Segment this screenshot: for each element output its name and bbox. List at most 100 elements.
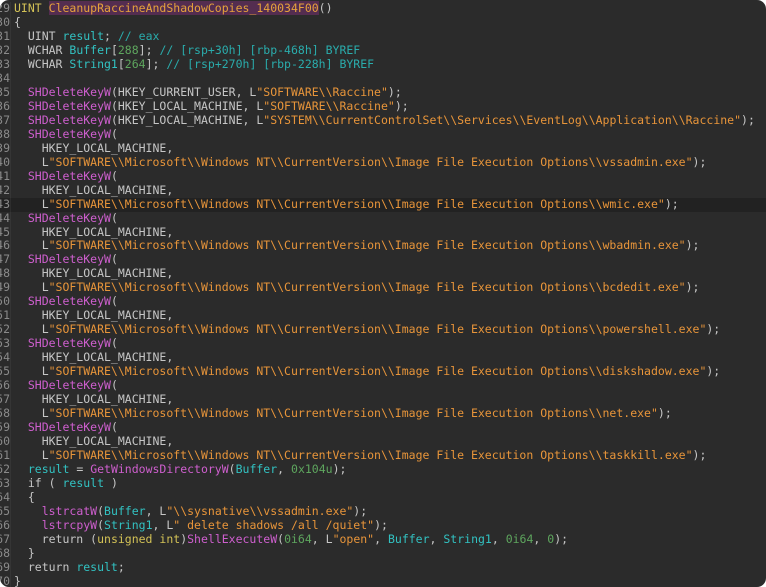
code-line-text[interactable]: SHDeleteKeyW( — [14, 421, 118, 435]
code-line[interactable]: 41 SHDeleteKeyW( — [0, 170, 766, 184]
token-str: " delete shadows /all /quiet" — [173, 518, 374, 532]
code-line[interactable]: 64 { — [0, 491, 766, 505]
token-pl: ( — [97, 518, 104, 532]
token-call: SHDeleteKeyW — [28, 378, 111, 392]
code-line-text[interactable]: WCHAR Buffer[288]; // [rsp+30h] [rbp-468… — [14, 44, 360, 58]
code-line[interactable]: 59 SHDeleteKeyW( — [0, 421, 766, 435]
code-line[interactable]: 37 SHDeleteKeyW(HKEY_LOCAL_MACHINE, L"SY… — [0, 114, 766, 128]
code-line[interactable]: 34 — [0, 72, 766, 86]
code-line[interactable]: 58 L"SOFTWARE\\Microsoft\\Windows NT\\Cu… — [0, 407, 766, 421]
line-number: 67 — [0, 533, 11, 547]
code-line[interactable]: 43 L"SOFTWARE\\Microsoft\\Windows NT\\Cu… — [0, 198, 766, 212]
code-line-text[interactable]: HKEY_LOCAL_MACHINE, — [14, 267, 173, 281]
code-line[interactable]: 69 return result; — [0, 561, 766, 575]
code-line-text[interactable]: UINT result; // eax — [14, 30, 159, 44]
code-line-text[interactable]: SHDeleteKeyW( — [14, 295, 118, 309]
code-line[interactable]: 33 WCHAR String1[264]; // [rsp+270h] [rb… — [0, 58, 766, 72]
code-line[interactable]: 63 if ( result ) — [0, 477, 766, 491]
code-line-text[interactable]: if ( result ) — [14, 477, 118, 491]
code-listing[interactable]: 29UINT CleanupRaccineAndShadowCopies_140… — [0, 2, 766, 587]
code-line-text[interactable]: HKEY_LOCAL_MACHINE, — [14, 184, 173, 198]
code-line-text[interactable]: HKEY_LOCAL_MACHINE, — [14, 351, 173, 365]
code-line-text[interactable]: return (unsigned int)ShellExecuteW(0i64,… — [14, 533, 568, 547]
token-pl: L — [14, 155, 49, 169]
code-line-text[interactable]: SHDeleteKeyW( — [14, 253, 118, 267]
code-line[interactable]: 32 WCHAR Buffer[288]; // [rsp+30h] [rbp-… — [0, 44, 766, 58]
code-line[interactable]: 53 SHDeleteKeyW( — [0, 337, 766, 351]
code-line[interactable]: 54 HKEY_LOCAL_MACHINE, — [0, 351, 766, 365]
code-line-text[interactable]: HKEY_LOCAL_MACHINE, — [14, 393, 173, 407]
code-line[interactable]: 62 result = GetWindowsDirectoryW(Buffer,… — [0, 463, 766, 477]
code-line-text[interactable]: UINT CleanupRaccineAndShadowCopies_14003… — [14, 2, 333, 16]
code-line[interactable]: 42 HKEY_LOCAL_MACHINE, — [0, 184, 766, 198]
token-var: Buffer — [388, 532, 430, 546]
code-line-text[interactable]: SHDeleteKeyW(HKEY_LOCAL_MACHINE, L"SOFTW… — [14, 100, 409, 114]
code-line-text[interactable]: WCHAR String1[264]; // [rsp+270h] [rbp-2… — [14, 58, 374, 72]
code-line[interactable]: 38 SHDeleteKeyW( — [0, 128, 766, 142]
code-line-text[interactable]: L"SOFTWARE\\Microsoft\\Windows NT\\Curre… — [14, 198, 679, 212]
code-line[interactable]: 67 return (unsigned int)ShellExecuteW(0i… — [0, 533, 766, 547]
code-line[interactable]: 65 lstrcatW(Buffer, L"\\sysnative\\vssad… — [0, 505, 766, 519]
code-line[interactable]: 29UINT CleanupRaccineAndShadowCopies_140… — [0, 2, 766, 16]
code-line-text[interactable]: L"SOFTWARE\\Microsoft\\Windows NT\\Curre… — [14, 407, 672, 421]
code-line[interactable]: 52 L"SOFTWARE\\Microsoft\\Windows NT\\Cu… — [0, 323, 766, 337]
line-number: 30 — [0, 16, 11, 30]
token-pl: L — [14, 364, 49, 378]
token-num: 264 — [125, 57, 146, 71]
code-line-text[interactable]: lstrcpyW(String1, L" delete shadows /all… — [14, 519, 388, 533]
code-line-text[interactable]: HKEY_LOCAL_MACHINE, — [14, 309, 173, 323]
code-line[interactable]: 48 HKEY_LOCAL_MACHINE, — [0, 267, 766, 281]
code-line-text[interactable]: L"SOFTWARE\\Microsoft\\Windows NT\\Curre… — [14, 449, 706, 463]
code-line[interactable]: 66 lstrcpyW(String1, L" delete shadows /… — [0, 519, 766, 533]
code-line[interactable]: 50 SHDeleteKeyW( — [0, 295, 766, 309]
code-line[interactable]: 57 HKEY_LOCAL_MACHINE, — [0, 393, 766, 407]
code-line[interactable]: 68 } — [0, 547, 766, 561]
code-line-text[interactable]: } — [14, 547, 35, 561]
token-call: SHDeleteKeyW — [28, 336, 111, 350]
token-pl: L — [14, 238, 49, 252]
code-line-text[interactable]: HKEY_LOCAL_MACHINE, — [14, 226, 173, 240]
code-line[interactable]: 36 SHDeleteKeyW(HKEY_LOCAL_MACHINE, L"SO… — [0, 100, 766, 114]
code-line[interactable]: 51 HKEY_LOCAL_MACHINE, — [0, 309, 766, 323]
code-line[interactable]: 47 SHDeleteKeyW( — [0, 253, 766, 267]
code-line[interactable]: 61 L"SOFTWARE\\Microsoft\\Windows NT\\Cu… — [0, 449, 766, 463]
code-line-text[interactable]: L"SOFTWARE\\Microsoft\\Windows NT\\Curre… — [14, 239, 699, 253]
line-number: 70 — [0, 575, 11, 587]
code-line[interactable]: 35 SHDeleteKeyW(HKEY_CURRENT_USER, L"SOF… — [0, 86, 766, 100]
code-line-text[interactable]: } — [14, 575, 21, 587]
code-line-text[interactable]: SHDeleteKeyW( — [14, 379, 118, 393]
code-line[interactable]: 31 UINT result; // eax — [0, 30, 766, 44]
code-line-text[interactable]: { — [14, 16, 21, 30]
code-line[interactable]: 44 SHDeleteKeyW( — [0, 212, 766, 226]
code-line[interactable]: 40 L"SOFTWARE\\Microsoft\\Windows NT\\Cu… — [0, 156, 766, 170]
code-line-text[interactable]: L"SOFTWARE\\Microsoft\\Windows NT\\Curre… — [14, 323, 720, 337]
code-line-text[interactable]: SHDeleteKeyW( — [14, 337, 118, 351]
code-line[interactable]: 46 L"SOFTWARE\\Microsoft\\Windows NT\\Cu… — [0, 239, 766, 253]
code-line-text[interactable]: SHDeleteKeyW( — [14, 170, 118, 184]
code-line-text[interactable]: HKEY_LOCAL_MACHINE, — [14, 435, 173, 449]
code-line-text[interactable]: L"SOFTWARE\\Microsoft\\Windows NT\\Curre… — [14, 281, 699, 295]
code-line[interactable]: 45 HKEY_LOCAL_MACHINE, — [0, 226, 766, 240]
code-line-text[interactable]: HKEY_LOCAL_MACHINE, — [14, 142, 173, 156]
code-line-text[interactable]: L"SOFTWARE\\Microsoft\\Windows NT\\Curre… — [14, 365, 720, 379]
function-name-highlighted[interactable]: CleanupRaccineAndShadowCopies_140034F00 — [49, 1, 319, 15]
code-line[interactable]: 30{ — [0, 16, 766, 30]
code-line-text[interactable]: SHDeleteKeyW( — [14, 128, 118, 142]
code-line[interactable]: 55 L"SOFTWARE\\Microsoft\\Windows NT\\Cu… — [0, 365, 766, 379]
line-number: 61 — [0, 449, 11, 463]
code-line-text[interactable]: SHDeleteKeyW(HKEY_CURRENT_USER, L"SOFTWA… — [14, 86, 402, 100]
code-line[interactable]: 60 HKEY_LOCAL_MACHINE, — [0, 435, 766, 449]
token-pl: HKEY_LOCAL_MACHINE, — [14, 141, 173, 155]
code-line-text[interactable]: result = GetWindowsDirectoryW(Buffer, 0x… — [14, 463, 346, 477]
code-line-text[interactable]: { — [14, 491, 35, 505]
token-pl: , — [492, 532, 506, 546]
code-line-text[interactable]: return result; — [14, 561, 125, 575]
code-line-text[interactable]: SHDeleteKeyW(HKEY_LOCAL_MACHINE, L"SYSTE… — [14, 114, 755, 128]
code-line[interactable]: 39 HKEY_LOCAL_MACHINE, — [0, 142, 766, 156]
code-line-text[interactable]: L"SOFTWARE\\Microsoft\\Windows NT\\Curre… — [14, 156, 706, 170]
code-line[interactable]: 49 L"SOFTWARE\\Microsoft\\Windows NT\\Cu… — [0, 281, 766, 295]
code-line[interactable]: 56 SHDeleteKeyW( — [0, 379, 766, 393]
code-line-text[interactable]: SHDeleteKeyW( — [14, 212, 118, 226]
code-line[interactable]: 70} — [0, 575, 766, 587]
code-line-text[interactable]: lstrcatW(Buffer, L"\\sysnative\\vssadmin… — [14, 505, 367, 519]
